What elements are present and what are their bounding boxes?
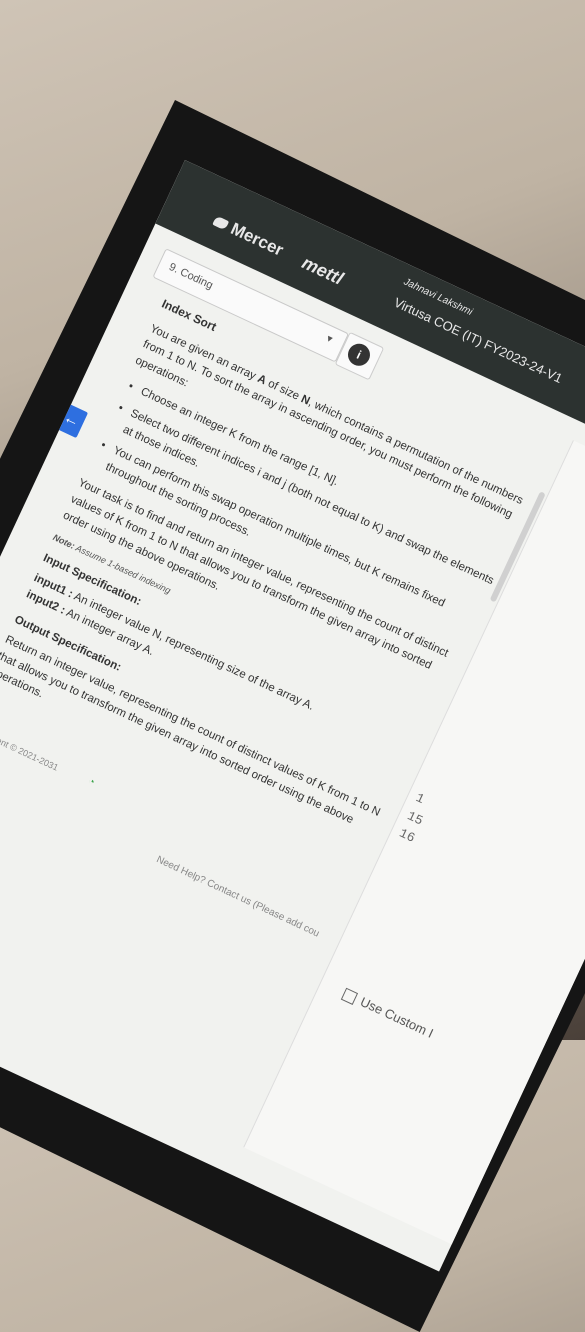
line-numbers: 1 15 16 [396,788,435,848]
wifi-icon: ◔ [86,775,97,789]
info-icon: i [344,340,374,370]
chevron-down-icon: ▼ [323,332,336,346]
mercer-logo-icon [212,215,230,231]
help-link[interactable]: Need Help? Contact us (Please add cou [155,854,321,939]
mercer-logo: Mercer [210,211,286,261]
checkbox-icon [340,987,359,1006]
mettl-logo: mettl [298,252,347,289]
use-custom-input-checkbox[interactable]: Use Custom I [340,986,436,1041]
section-select-value: 9. Coding [167,261,215,292]
